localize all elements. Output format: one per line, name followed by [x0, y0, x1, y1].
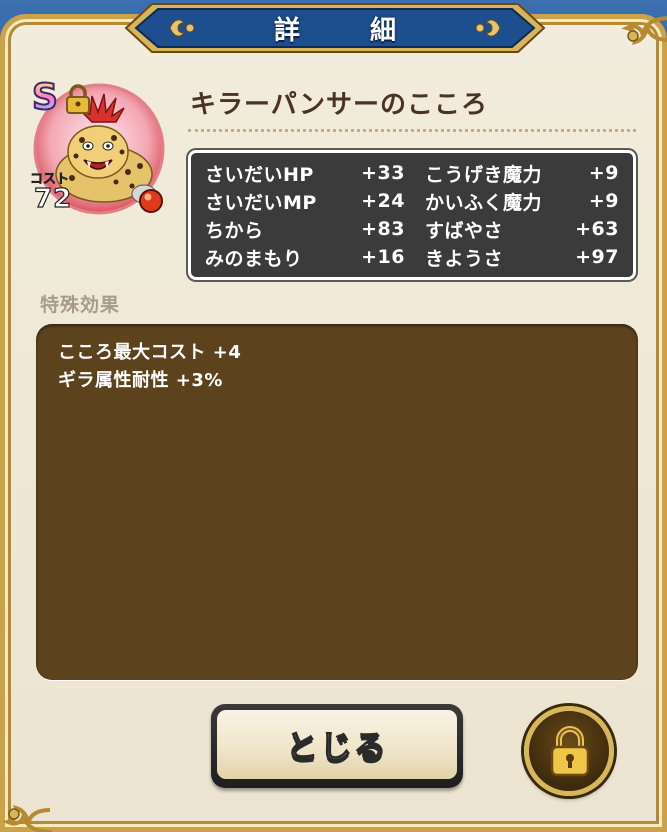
close-button-face[interactable]: とじる [217, 710, 457, 779]
padlock-icon [550, 726, 590, 777]
item-name: キラーパンサーのこころ [190, 90, 489, 120]
lock-toggle-button[interactable] [524, 706, 614, 796]
stat-value: +16 [361, 246, 405, 268]
special-effects-label: 特殊効果 [40, 294, 121, 316]
dialog-title: 詳 細 [273, 15, 418, 46]
stats-table: さいだいHP +33 さいだいMP +24 ちから +83 みのまもり +16 … [188, 150, 636, 280]
stat-name: きようさ [425, 247, 504, 270]
stat-value: +24 [361, 190, 405, 212]
ornament-corner-icon [621, 16, 667, 45]
stat-name: さいだいHP [205, 163, 314, 186]
stat-value: +9 [588, 162, 619, 184]
stat-value: +83 [361, 218, 405, 240]
stat-value: +33 [361, 162, 405, 184]
stat-name: ちから [205, 219, 264, 242]
stat-name: さいだいMP [205, 191, 317, 214]
divider [188, 129, 636, 132]
effect-line: こころ最大コスト +4 [58, 342, 242, 363]
close-button[interactable]: とじる [211, 704, 463, 788]
stat-row: かいふく魔力 +9 [425, 187, 619, 215]
stat-name: こうげき魔力 [425, 163, 543, 186]
stat-row: さいだいHP +33 [205, 159, 405, 187]
stat-value: +9 [588, 190, 619, 212]
special-effects-box: こころ最大コスト +4 ギラ属性耐性 +3% [36, 324, 638, 680]
background: 詳 細 S コスト 72 キラーパンサーのこころ さいだいHP +33 さいだい… [0, 0, 667, 832]
title-plaque: 詳 細 [122, 0, 548, 56]
stat-row: さいだいMP +24 [205, 187, 405, 215]
stat-row: すばやさ +63 [425, 215, 619, 243]
stat-row: きようさ +97 [425, 243, 619, 271]
stat-name: みのまもり [205, 247, 303, 270]
close-button-label: とじる [285, 727, 388, 767]
stat-row: ちから +83 [205, 215, 405, 243]
ornament-corner-icon [2, 805, 53, 832]
stat-row: こうげき魔力 +9 [425, 159, 619, 187]
stat-name: かいふく魔力 [425, 191, 543, 214]
rank-badge: S [31, 77, 59, 118]
stat-row: みのまもり +16 [205, 243, 405, 271]
cost-value: 72 [33, 183, 73, 214]
stat-value: +97 [575, 246, 619, 268]
effect-line: ギラ属性耐性 +3% [58, 370, 223, 391]
lock-icon [66, 84, 90, 114]
stat-value: +63 [575, 218, 619, 240]
fire-orb-icon [139, 189, 163, 213]
stat-name: すばやさ [425, 219, 504, 242]
